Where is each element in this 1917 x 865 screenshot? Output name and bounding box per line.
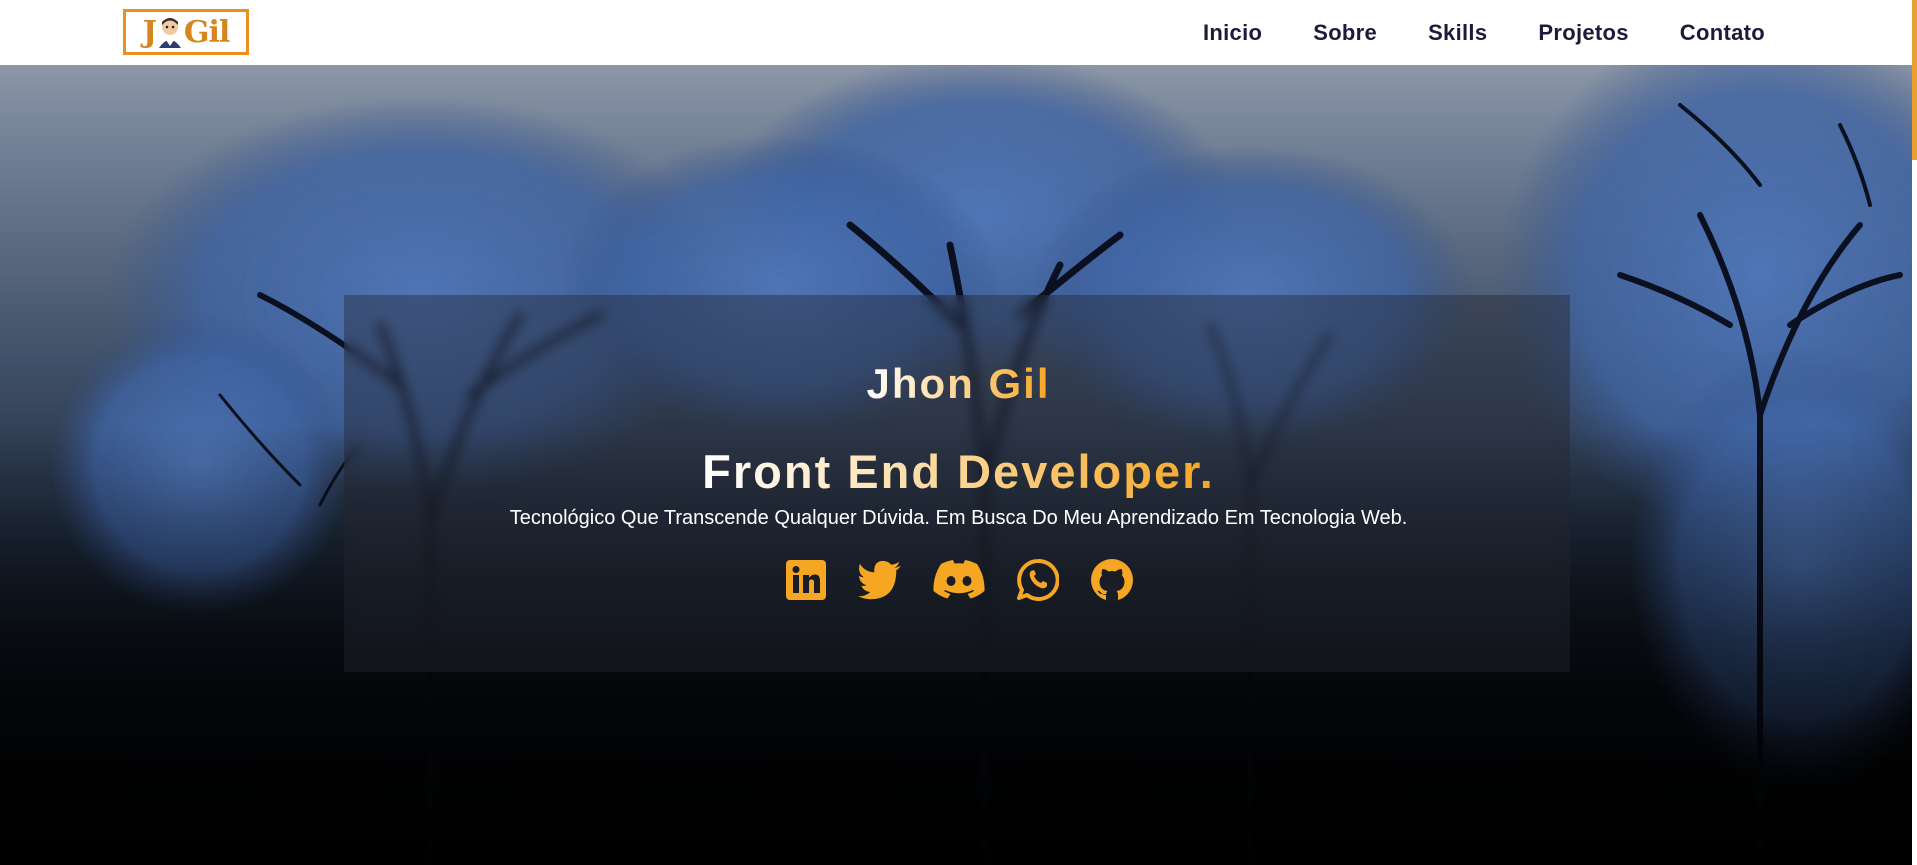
- nav-sobre[interactable]: Sobre: [1313, 20, 1377, 46]
- hero-role-text: Front End Developer.: [702, 445, 1215, 498]
- hero-name: Jhon Gil: [0, 360, 1917, 408]
- github-icon[interactable]: [1090, 558, 1134, 602]
- twitter-icon[interactable]: [857, 558, 902, 602]
- logo-letter-j: J: [142, 14, 157, 50]
- hero-name-text: Jhon Gil: [866, 360, 1051, 407]
- logo-avatar-icon: [158, 18, 181, 48]
- whatsapp-icon[interactable]: [1016, 558, 1060, 602]
- hero-role: Front End Developer.: [0, 444, 1917, 499]
- page-scrollbar[interactable]: [1912, 0, 1917, 865]
- logo-text-gil: Gil: [183, 14, 230, 50]
- nav-inicio[interactable]: Inicio: [1203, 20, 1262, 46]
- site-header: J Gil Inicio Sobre Skills Projetos Conta…: [0, 0, 1917, 65]
- social-links: [0, 558, 1917, 602]
- nav-projetos[interactable]: Projetos: [1538, 20, 1628, 46]
- scrollbar-thumb[interactable]: [1912, 0, 1917, 160]
- linkedin-icon[interactable]: [784, 558, 828, 602]
- nav-contato[interactable]: Contato: [1680, 20, 1765, 46]
- main-nav: Inicio Sobre Skills Projetos Contato: [1203, 0, 1765, 65]
- discord-icon[interactable]: [932, 558, 986, 602]
- nav-skills[interactable]: Skills: [1428, 20, 1487, 46]
- hero-description: Tecnológico Que Transcende Qualquer Dúvi…: [509, 507, 1408, 529]
- site-logo[interactable]: J Gil: [123, 9, 249, 55]
